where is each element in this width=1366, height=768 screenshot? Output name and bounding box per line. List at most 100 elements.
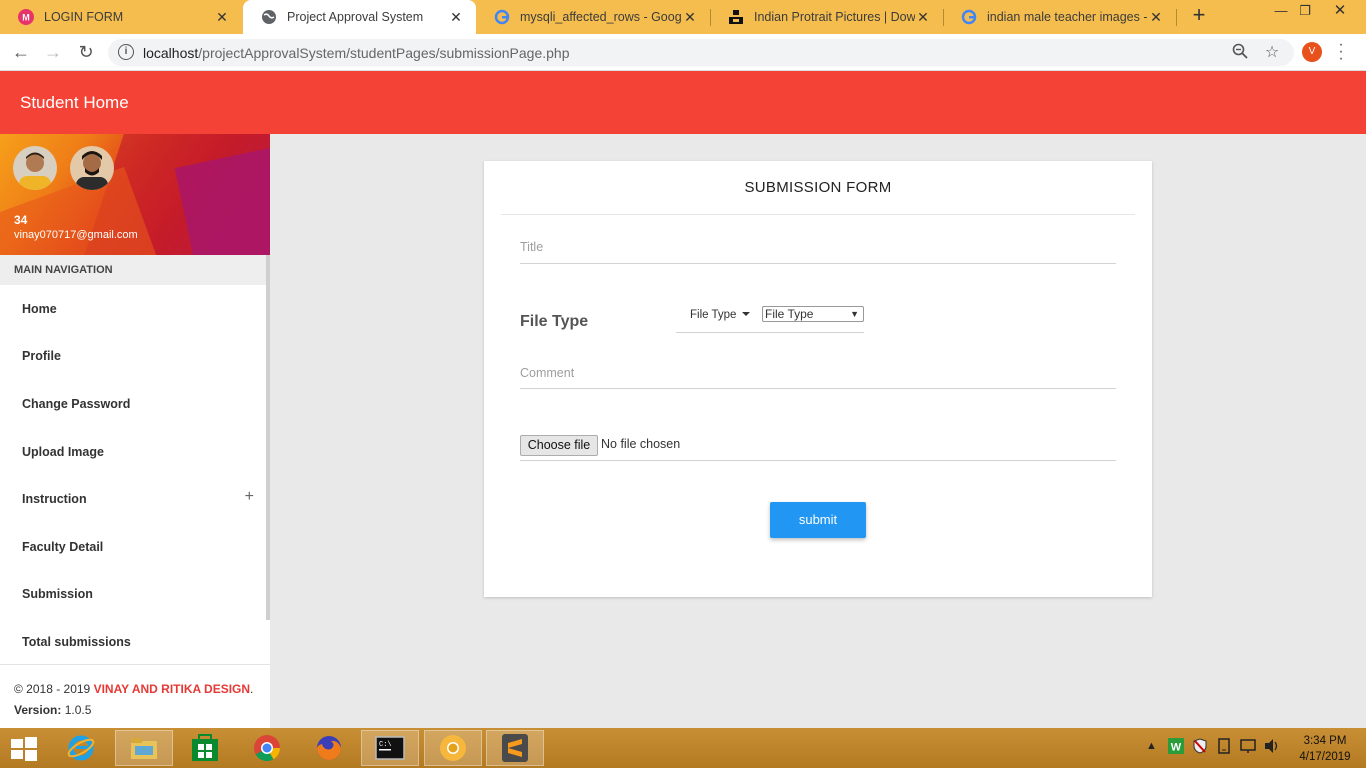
windows-taskbar: C:\ ▲ W 3:34 PM 4/17/2019: [0, 728, 1366, 768]
tab-teacher-images[interactable]: indian male teacher images - Go ✕: [943, 0, 1176, 34]
google-icon: [494, 9, 510, 25]
globe-icon: [261, 9, 277, 25]
tab-title: mysqli_affected_rows - Google S: [520, 10, 682, 24]
m-logo-icon: M: [18, 9, 34, 25]
reload-icon[interactable]: ↻: [75, 42, 97, 64]
store-icon[interactable]: [176, 730, 234, 766]
profile-avatar[interactable]: V: [1302, 42, 1322, 62]
sidebar-item-label: Total submissions: [22, 634, 131, 649]
app-title[interactable]: Student Home: [20, 93, 129, 113]
sidebar-item-label: Faculty Detail: [22, 539, 104, 554]
tab-separator: [1176, 9, 1177, 26]
main-navigation: Home Profile Change Password Upload Imag…: [0, 285, 266, 666]
file-status: No file chosen: [601, 437, 681, 451]
tab-unsplash[interactable]: Indian Protrait Pictures | Downlo ✕: [710, 0, 943, 34]
sidebar-item-label: Change Password: [22, 396, 131, 411]
file-type-label: File Type: [520, 313, 589, 330]
sidebar-item-total-submissions[interactable]: Total submissions: [0, 618, 266, 666]
file-explorer-icon[interactable]: [115, 730, 173, 766]
google-icon: [961, 9, 977, 25]
windows-start-icon[interactable]: [10, 737, 38, 761]
url-bar[interactable]: i localhost/projectApprovalSystem/studen…: [108, 39, 1294, 66]
forward-arrow-icon[interactable]: →: [42, 42, 64, 64]
tray-device-icon[interactable]: [1216, 738, 1232, 757]
new-tab-button[interactable]: +: [1188, 4, 1210, 27]
tab-title: indian male teacher images - Go: [987, 10, 1148, 24]
sidebar-item-instruction[interactable]: Instruction +: [0, 475, 266, 523]
clock-date: 4/17/2019: [1299, 751, 1351, 763]
tray-green-app-icon[interactable]: W: [1168, 738, 1184, 757]
firefox-icon[interactable]: [300, 730, 358, 766]
tab-mysqli[interactable]: mysqli_affected_rows - Google S ✕: [476, 0, 710, 34]
nav-header: MAIN NAVIGATION: [0, 255, 266, 285]
zoom-icon[interactable]: [1230, 43, 1250, 63]
sidebar-item-faculty-detail[interactable]: Faculty Detail: [0, 523, 266, 571]
info-icon[interactable]: i: [118, 44, 134, 60]
close-tab-icon[interactable]: ✕: [682, 9, 698, 26]
tab-title: Indian Protrait Pictures | Downlo: [754, 10, 915, 24]
tab-project-approval[interactable]: Project Approval System ✕: [243, 0, 476, 34]
user-info-panel: 34 vinay070717@gmail.com: [0, 134, 270, 255]
file-type-select[interactable]: File Type ▼: [762, 306, 864, 322]
system-clock[interactable]: 3:34 PM 4/17/2019: [1290, 733, 1360, 765]
form-title: SUBMISSION FORM: [744, 179, 892, 196]
bookmark-star-icon[interactable]: ☆: [1262, 43, 1282, 63]
sidebar-item-label: Instruction: [22, 492, 87, 507]
svg-text:M: M: [22, 13, 30, 23]
close-tab-icon[interactable]: ✕: [915, 9, 931, 26]
avatar: [13, 146, 57, 190]
sublime-text-icon[interactable]: [486, 730, 544, 766]
expand-plus-icon[interactable]: +: [245, 488, 254, 506]
tab-title: Project Approval System: [287, 10, 424, 24]
close-tab-icon[interactable]: ✕: [448, 9, 464, 26]
close-tab-icon[interactable]: ✕: [1148, 9, 1164, 26]
sidebar-item-change-password[interactable]: Change Password: [0, 380, 266, 428]
svg-text:W: W: [1171, 742, 1182, 754]
svg-text:C:\: C:\: [379, 741, 392, 749]
sidebar-scrollbar[interactable]: [266, 255, 270, 620]
chrome-canary-icon[interactable]: [424, 730, 482, 766]
sidebar-item-upload-image[interactable]: Upload Image: [0, 428, 266, 476]
comment-input[interactable]: Comment: [520, 366, 1116, 389]
sidebar-item-label: Home: [22, 301, 57, 316]
version: Version: 1.0.5: [14, 703, 92, 717]
browser-tab-strip: M LOGIN FORM ✕ Project Approval System ✕…: [0, 0, 1366, 34]
internet-explorer-icon[interactable]: [52, 730, 110, 766]
user-name: 34: [14, 213, 28, 227]
close-window-button[interactable]: ✕: [1325, 0, 1355, 26]
menu-kebab-icon[interactable]: · · ·: [1336, 37, 1346, 67]
file-input: Choose file No file chosen: [520, 435, 1116, 461]
sidebar-item-home[interactable]: Home: [0, 285, 266, 333]
choose-file-button[interactable]: Choose file: [520, 435, 598, 456]
unsplash-icon: [728, 9, 744, 25]
sidebar: 34 vinay070717@gmail.com MAIN NAVIGATION…: [0, 134, 270, 728]
file-type-group: File Type File Type ▼: [676, 305, 864, 333]
submit-button[interactable]: submit: [770, 502, 866, 538]
brand-link[interactable]: VINAY AND RITIKA DESIGN: [94, 682, 250, 696]
tray-shield-icon[interactable]: [1192, 738, 1208, 757]
volume-icon[interactable]: [1264, 738, 1280, 757]
sidebar-item-submission[interactable]: Submission: [0, 571, 266, 619]
submission-form-card: SUBMISSION FORM Title File Type File Typ…: [484, 161, 1152, 597]
copyright: © 2018 - 2019 VINAY AND RITIKA DESIGN.: [14, 682, 254, 696]
user-email: vinay070717@gmail.com: [14, 229, 138, 241]
chrome-icon[interactable]: [238, 730, 296, 766]
url-text[interactable]: localhost/projectApprovalSystem/studentP…: [143, 45, 569, 61]
network-icon[interactable]: [1240, 738, 1256, 757]
divider: [501, 214, 1135, 215]
comment-placeholder: Comment: [520, 366, 575, 380]
sidebar-item-label: Profile: [22, 349, 61, 364]
tray-chevron-icon[interactable]: ▲: [1146, 740, 1157, 752]
sidebar-item-profile[interactable]: Profile: [0, 333, 266, 381]
restore-button[interactable]: ❐: [1290, 0, 1320, 26]
title-input[interactable]: Title: [520, 240, 1116, 264]
app-header: Student Home: [0, 71, 1366, 134]
sidebar-item-label: Upload Image: [22, 444, 104, 459]
tab-login-form[interactable]: M LOGIN FORM ✕: [0, 0, 242, 34]
file-type-dropdown[interactable]: File Type: [690, 309, 751, 321]
close-tab-icon[interactable]: ✕: [214, 9, 230, 26]
caret-down-icon: [742, 312, 751, 316]
back-arrow-icon[interactable]: ←: [10, 42, 32, 64]
select-arrow-icon: ▼: [850, 309, 859, 319]
command-prompt-icon[interactable]: C:\: [361, 730, 419, 766]
